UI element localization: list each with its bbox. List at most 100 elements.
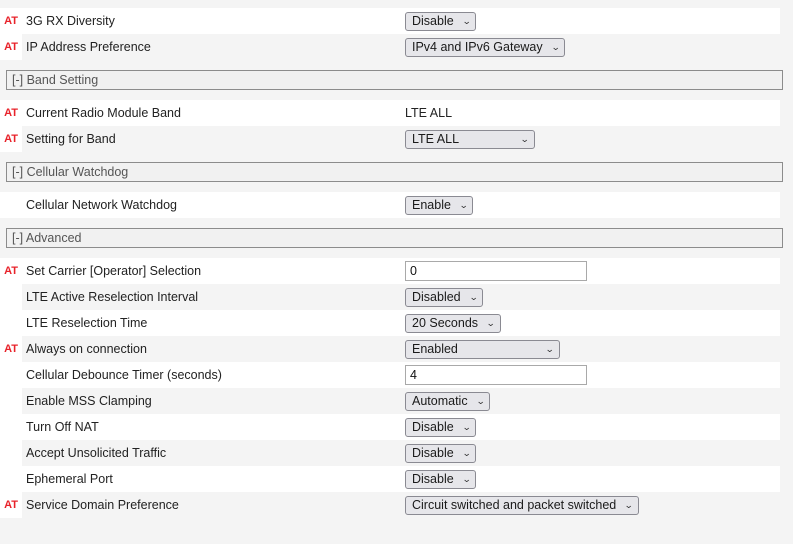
select-setting-for-band[interactable]: LTE ALL ⌄: [405, 129, 535, 149]
setting-row: AT Always on connection Enabled ⌄: [0, 336, 780, 362]
at-command-indicator: AT: [0, 336, 22, 362]
setting-row: Ephemeral Port Disable ⌄: [0, 466, 780, 492]
at-command-indicator: AT: [0, 126, 22, 152]
setting-row: AT Setting for Band LTE ALL ⌄: [0, 126, 780, 152]
chevron-down-icon: ⌄: [550, 41, 561, 52]
setting-row: Enable MSS Clamping Automatic ⌄: [0, 388, 780, 414]
settings-page: AT 3G RX Diversity Disable ⌄ AT IP Address Pr…: [0, 0, 793, 544]
setting-label: Ephemeral Port: [26, 472, 113, 486]
select-enable-mss-clamping[interactable]: Automatic ⌄: [405, 391, 491, 411]
setting-value-cell: Disable ⌄: [405, 11, 780, 31]
at-badge: AT: [4, 132, 18, 145]
setting-value-cell: Disable ⌄: [405, 469, 780, 489]
at-command-indicator: AT: [0, 34, 22, 60]
select-lte-reselection-time[interactable]: 20 Seconds ⌄: [405, 313, 501, 333]
section-header-band-setting[interactable]: [-] Band Setting: [6, 70, 783, 90]
select-cellular-network-watchdog[interactable]: Enable ⌄: [405, 195, 474, 215]
select-value: Disable: [412, 13, 454, 28]
setting-label: Set Carrier [Operator] Selection: [26, 264, 202, 278]
chevron-down-icon: ⌄: [458, 199, 469, 210]
setting-label: Cellular Debounce Timer (seconds): [26, 368, 222, 382]
setting-row: Cellular Debounce Timer (seconds): [0, 362, 780, 388]
select-value: LTE ALL: [412, 131, 460, 146]
select-ephemeral-port[interactable]: Disable ⌄: [405, 469, 477, 489]
select-value: Automatic: [412, 393, 468, 408]
setting-value-cell: Disable ⌄: [405, 443, 780, 463]
at-badge: AT: [4, 342, 18, 355]
at-command-indicator: AT: [0, 8, 22, 34]
section-header-cellular-watchdog[interactable]: [-] Cellular Watchdog: [6, 162, 783, 182]
select-service-domain-preference[interactable]: Circuit switched and packet switched ⌄: [405, 495, 639, 515]
setting-value-cell: [405, 365, 780, 385]
chevron-down-icon: ⌄: [468, 291, 479, 302]
setting-label: LTE Active Reselection Interval: [26, 290, 199, 304]
select-value: Disabled: [412, 289, 461, 304]
select-ip-address-preference[interactable]: IPv4 and IPv6 Gateway ⌄: [405, 37, 566, 57]
at-command-indicator: AT: [0, 258, 22, 284]
at-badge: AT: [4, 264, 18, 277]
select-value: Disable: [412, 419, 454, 434]
setting-value-cell: 20 Seconds ⌄: [405, 313, 780, 333]
setting-value-cell: LTE ALL: [405, 106, 780, 120]
setting-label: LTE Reselection Time: [26, 316, 148, 330]
setting-row: AT Current Radio Module Band LTE ALL: [0, 100, 780, 126]
select-value: IPv4 and IPv6 Gateway: [412, 39, 543, 54]
chevron-down-icon: ⌄: [461, 15, 472, 26]
setting-label: Accept Unsolicited Traffic: [26, 446, 167, 460]
setting-row: AT IP Address Preference IPv4 and IPv6 Gat…: [0, 34, 780, 60]
row-gutter: [0, 284, 22, 310]
setting-row: AT 3G RX Diversity Disable ⌄: [0, 8, 780, 34]
row-gutter: [0, 388, 22, 414]
chevron-down-icon: ⌄: [461, 421, 472, 432]
setting-value-cell: LTE ALL ⌄: [405, 129, 780, 149]
select-value: Enabled: [412, 341, 458, 356]
setting-value-cell: Disable ⌄: [405, 417, 780, 437]
setting-value-cell: Circuit switched and packet switched ⌄: [405, 495, 780, 515]
value-current-radio-module-band: LTE ALL: [405, 106, 453, 120]
select-accept-unsolicited-traffic[interactable]: Disable ⌄: [405, 443, 477, 463]
select-lte-active-reselection-interval[interactable]: Disabled ⌄: [405, 287, 484, 307]
select-always-on-connection[interactable]: Enabled ⌄: [405, 339, 560, 359]
setting-value-cell: Automatic ⌄: [405, 391, 780, 411]
setting-label: Current Radio Module Band: [26, 106, 181, 120]
chevron-down-icon: ⌄: [545, 343, 555, 354]
chevron-down-icon: ⌄: [520, 133, 530, 144]
chevron-down-icon: ⌄: [461, 447, 472, 458]
select-3g-rx-diversity[interactable]: Disable ⌄: [405, 11, 477, 31]
input-cellular-debounce-timer-seconds[interactable]: [405, 365, 587, 385]
setting-value-cell: Enabled ⌄: [405, 339, 780, 359]
at-badge: AT: [4, 14, 18, 27]
select-value: Disable: [412, 471, 454, 486]
select-value: Enable: [412, 197, 451, 212]
setting-label: Always on connection: [26, 342, 147, 356]
select-value: Circuit switched and packet switched: [412, 497, 617, 512]
row-gutter: [0, 440, 22, 466]
chevron-down-icon: ⌄: [486, 317, 496, 328]
setting-row: LTE Active Reselection Interval Disabled ⌄: [0, 284, 780, 310]
chevron-down-icon: ⌄: [624, 499, 634, 510]
setting-row: LTE Reselection Time 20 Seconds ⌄: [0, 310, 780, 336]
at-badge: AT: [4, 498, 18, 511]
setting-label: Cellular Network Watchdog: [26, 198, 177, 212]
input-set-carrier-operator-selection[interactable]: [405, 261, 587, 281]
setting-value-cell: Disabled ⌄: [405, 287, 780, 307]
setting-label: Setting for Band: [26, 132, 116, 146]
select-turn-off-nat[interactable]: Disable ⌄: [405, 417, 477, 437]
setting-value-cell: [405, 261, 780, 281]
setting-label: 3G RX Diversity: [26, 14, 115, 28]
setting-value-cell: Enable ⌄: [405, 195, 780, 215]
section-header-advanced[interactable]: [-] Advanced: [6, 228, 783, 248]
at-badge: AT: [4, 106, 18, 119]
setting-label: IP Address Preference: [26, 40, 151, 54]
setting-label: Turn Off NAT: [26, 420, 99, 434]
at-badge: AT: [4, 40, 18, 53]
setting-label: Enable MSS Clamping: [26, 394, 152, 408]
select-value: Disable: [412, 445, 454, 460]
